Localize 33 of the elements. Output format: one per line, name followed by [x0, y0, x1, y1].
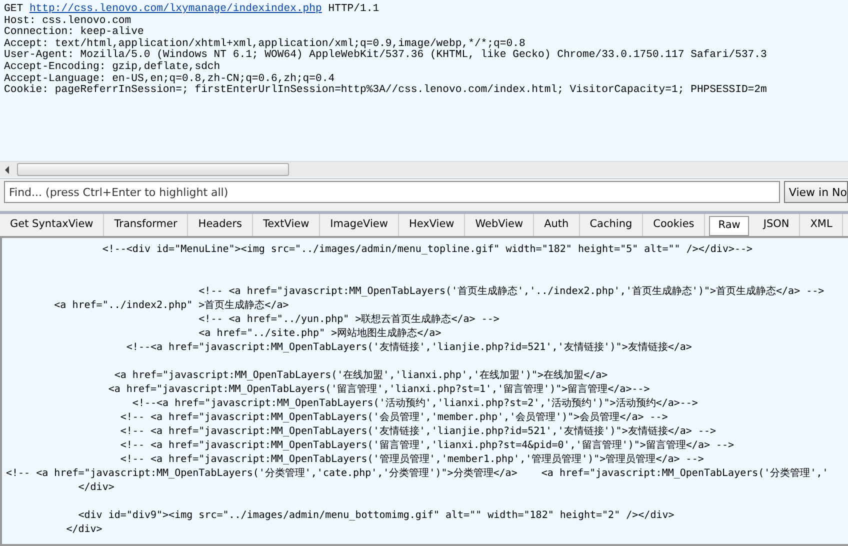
- scroll-left-arrow-icon[interactable]: [4, 166, 11, 174]
- request-url-link[interactable]: http://css.lenovo.com/lxymanage/indexindex.php: [29, 3, 322, 15]
- request-header-line: Connection: keep-alive: [4, 27, 144, 38]
- scrollbar-thumb[interactable]: [17, 163, 289, 176]
- code-line: <a href="../site.php" >网站地图生成静态</a>: [198, 327, 442, 341]
- tab[interactable]: Raw: [709, 216, 750, 236]
- code-line: <!-- <a href="javascript:MM_OpenTabLayers('留言管理','lianxi.php?st=4&pid=0','留言管理')">留言管理</a> -->: [119, 439, 736, 453]
- request-method: GET: [4, 3, 24, 15]
- request-header-line: Cookie: pageReferrInSession=; firstEnterUrlInSession=http%3A//css.lenovo.com/index.html; VisitorCapacity=1; PHPSESSID=2m: [4, 85, 768, 97]
- code-line: <!-- <a href="javascript:MM_OpenTabLayers('分类管理','cate.php','分类管理')">分类管理</a> <a href="javascript:MM_OpenTabLayers('分类管理',': [6, 467, 830, 481]
- code-line: <a href="javascript:MM_OpenTabLayers('留言管理','lianxi.php?st=1','留言管理')">留言管理</a>-->: [107, 383, 651, 397]
- request-header-line: Accept-Language: en-US,en;q=0.8,zh-CN;q=0.6,zh;q=0.4: [4, 74, 335, 85]
- code-line: <div id="div9"><img src="../images/admin/menu_bottomimg.gif" alt="" width="182" height="2" /></div>: [77, 509, 676, 523]
- code-line: <a href="../index2.php" >首页生成静态</a>: [53, 299, 290, 313]
- horizontal-scrollbar[interactable]: [0, 161, 848, 177]
- request-header-line: Accept: text/html,application/xhtml+xml,application/xml;q=0.9,image/webp,*/*;q=0.8: [4, 38, 526, 50]
- request-header-line: Accept-Encoding: gzip,deflate,sdch: [4, 62, 222, 73]
- code-line: <!-- <a href="javascript:MM_OpenTabLayers('会员管理','member.php','会员管理')">会员管理</a> -->: [119, 411, 669, 425]
- code-line: <!-- <a href="javascript:MM_OpenTabLayers('首页生成静态','../index2.php','首页生成静态')">首页生成静态</a> -->: [198, 285, 826, 299]
- code-line: </div>: [65, 523, 104, 537]
- find-field[interactable]: Find... (press Ctrl+Enter to highlight all): [4, 181, 780, 203]
- request-version: HTTP/1.1: [328, 3, 380, 15]
- code-line: <a href="javascript:MM_OpenTabLayers('在线加盟','lianxi.php','在线加盟')">在线加盟</a>: [113, 369, 609, 383]
- code-line: <!--<div id="MenuLine"><img src="../images/admin/menu_topline.gif" width="182" height="5" alt="" /></div>-->: [101, 243, 754, 257]
- code-line: <!-- <a href="../yun.php" >联想云首页生成静态</a> -->: [198, 313, 500, 327]
- request-header-line: Host: css.lenovo.com: [4, 16, 132, 27]
- view-in-notepad-button[interactable]: View in No: [784, 181, 848, 203]
- code-line: <!-- <a href="javascript:MM_OpenTabLayers('友情链接','lianjie.php?id=521','友情链接')">友情链接</a> -->: [119, 425, 718, 439]
- request-header-line: User-Agent: Mozilla/5.0 (Windows NT 6.1; WOW64) AppleWebKit/537.36 (KHTML, like Gecko) Chrome/33.0.1750.117 Safari/537.3: [4, 50, 768, 62]
- code-line: <!--<a href="javascript:MM_OpenTabLayers('活动预约','lianxi.php?st=2','活动预约')">活动预约</a>-->: [131, 397, 699, 411]
- code-line: </div>: [77, 481, 116, 495]
- code-line: <!--<a href="javascript:MM_OpenTabLayers('友情链接','lianjie.php?id=521','友情链接')">友情链接</a>: [125, 341, 693, 355]
- code-line: <!-- <a href="javascript:MM_OpenTabLayers('管理员管理','member1.php','管理员管理')">管理员管理</a> -->: [119, 453, 705, 467]
